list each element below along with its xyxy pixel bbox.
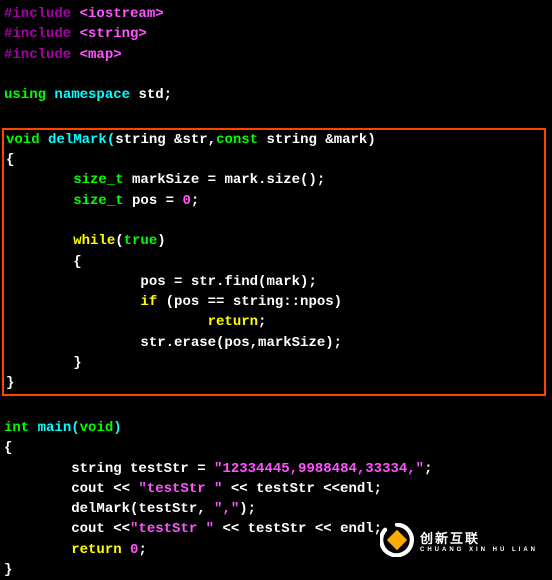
keyword-void: void <box>6 132 40 148</box>
preprocessor: #include <box>4 6 71 22</box>
logo-main-text: 创新互联 <box>420 528 538 547</box>
keyword-using: using <box>4 87 46 103</box>
code-line: { <box>4 252 544 272</box>
type-sizet: size_t <box>6 172 124 188</box>
header-name: <iostream> <box>80 6 164 22</box>
code-line: string testStr = "12334445,9988484,33334… <box>0 459 552 479</box>
type-sizet: size_t <box>6 193 124 209</box>
code-line: #include <string> <box>0 24 552 44</box>
keyword-true: true <box>124 233 158 249</box>
code-line <box>0 398 552 418</box>
keyword-namespace: namespace <box>54 87 130 103</box>
code-line: delMark(testStr, ","); <box>0 499 552 519</box>
keyword-void: void <box>80 420 114 436</box>
code-line: { <box>4 150 544 170</box>
code-line: int main(void) <box>0 418 552 438</box>
highlighted-function: void delMark(string &str,const string &m… <box>2 128 546 396</box>
code-line: } <box>0 560 552 580</box>
logo-icon <box>380 523 414 557</box>
type-string: string <box>4 461 122 477</box>
logo-text: 创新互联 CHUANG XIN HU LIAN <box>420 528 538 553</box>
code-line: size_t markSize = mark.size(); <box>4 170 544 190</box>
code-line: while(true) <box>4 231 544 251</box>
string-literal: "testStr " <box>130 521 214 537</box>
code-line: } <box>4 373 544 393</box>
string-literal: "testStr " <box>138 481 222 497</box>
code-line <box>0 65 552 85</box>
code-line: #include <iostream> <box>0 4 552 24</box>
number-literal: 0 <box>122 542 139 558</box>
keyword-return: return <box>4 542 122 558</box>
preprocessor: #include <box>4 26 71 42</box>
code-line: pos = str.find(mark); <box>4 272 544 292</box>
code-line <box>0 105 552 125</box>
logo-sub-text: CHUANG XIN HU LIAN <box>420 547 538 553</box>
code-line: using namespace std; <box>0 85 552 105</box>
type-string: string <box>115 132 165 148</box>
keyword-return: return <box>6 314 258 330</box>
code-line: { <box>0 438 552 458</box>
function-name: delMark( <box>40 132 116 148</box>
function-main: main( <box>29 420 79 436</box>
watermark-logo: 创新互联 CHUANG XIN HU LIAN <box>380 523 538 557</box>
code-line: str.erase(pos,markSize); <box>4 333 544 353</box>
string-literal: "12334445,9988484,33334," <box>214 461 424 477</box>
code-line: size_t pos = 0; <box>4 191 544 211</box>
keyword-int: int <box>4 420 29 436</box>
code-line: } <box>4 353 544 373</box>
keyword-const: const <box>216 132 258 148</box>
header-name: <string> <box>80 26 147 42</box>
keyword-if: if <box>6 294 157 310</box>
preprocessor: #include <box>4 47 71 63</box>
code-line: void delMark(string &str,const string &m… <box>4 130 544 150</box>
code-line: #include <map> <box>0 45 552 65</box>
code-line <box>4 211 544 231</box>
string-literal: "," <box>214 501 239 517</box>
header-name: <map> <box>80 47 122 63</box>
keyword-while: while <box>6 233 115 249</box>
code-line: return; <box>4 312 544 332</box>
code-line: cout << "testStr " << testStr <<endl; <box>0 479 552 499</box>
code-editor: #include <iostream> #include <string> #i… <box>0 4 552 580</box>
code-line: if (pos == string::npos) <box>4 292 544 312</box>
number-literal: 0 <box>182 193 190 209</box>
